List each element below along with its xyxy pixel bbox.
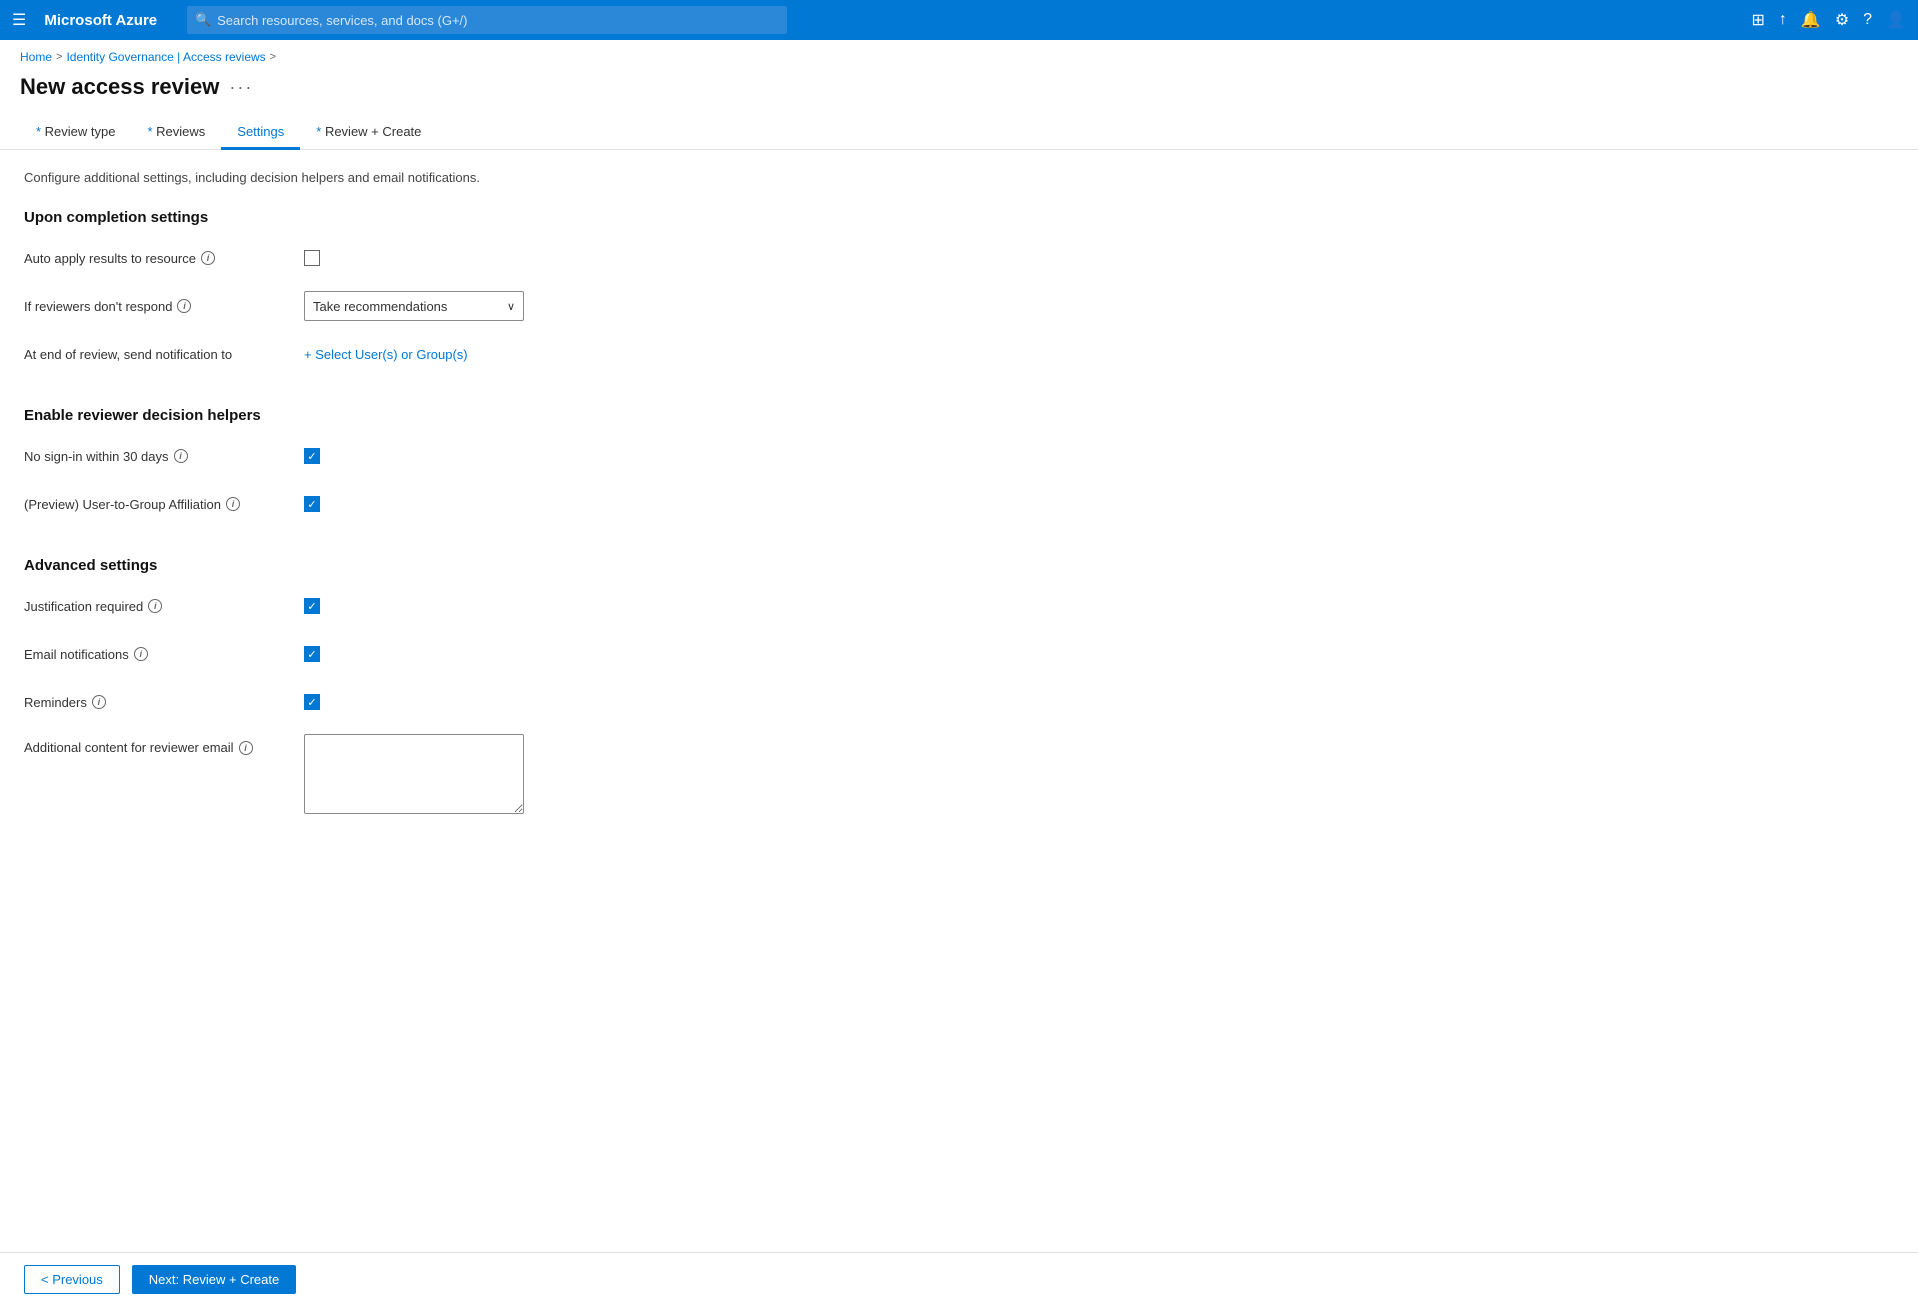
search-bar: 🔍 [187,6,787,34]
auto-apply-label: Auto apply results to resource i [24,251,304,266]
end-of-review-row: At end of review, send notification to +… [24,338,876,370]
brand-name: Microsoft Azure [44,12,157,29]
no-signin-label: No sign-in within 30 days i [24,449,304,464]
search-icon: 🔍 [195,12,211,28]
select-users-groups-link[interactable]: + Select User(s) or Group(s) [304,347,468,362]
reviewers-respond-info-icon[interactable]: i [177,299,191,313]
justification-row: Justification required i ✓ [24,590,876,622]
advanced-settings-heading: Advanced settings [24,557,876,574]
decision-helpers-heading: Enable reviewer decision helpers [24,407,876,424]
reviewers-respond-control: Take recommendations ∨ [304,291,876,321]
upon-completion-heading: Upon completion settings [24,209,876,226]
main-content: Configure additional settings, including… [0,150,900,850]
chevron-down-icon: ∨ [507,300,515,313]
email-notifications-checkbox[interactable]: ✓ [304,646,320,662]
justification-checkbox[interactable]: ✓ [304,598,320,614]
auto-apply-row: Auto apply results to resource i [24,242,876,274]
reviewers-respond-label: If reviewers don't respond i [24,299,304,314]
topnav-icons: ⊞ ↑ 🔔 ⚙ ? 👤 [1752,10,1907,30]
justification-control: ✓ [304,598,876,614]
reminders-control: ✓ [304,694,876,710]
auto-apply-info-icon[interactable]: i [201,251,215,265]
no-signin-control: ✓ [304,448,876,464]
additional-content-control [304,734,876,814]
tab-review-create[interactable]: * Review + Create [300,116,437,150]
email-notifications-info-icon[interactable]: i [134,647,148,661]
top-navigation: ☰ Microsoft Azure 🔍 ⊞ ↑ 🔔 ⚙ ? 👤 [0,0,1918,40]
additional-content-info-icon[interactable]: i [239,741,253,755]
page-title-more-icon[interactable]: ··· [229,77,253,98]
user-group-affiliation-row: (Preview) User-to-Group Affiliation i ✓ [24,488,876,520]
user-group-affiliation-checkbox[interactable]: ✓ [304,496,320,512]
settings-icon[interactable]: ⚙ [1835,10,1849,30]
previous-button[interactable]: < Previous [24,1265,120,1294]
next-review-create-button[interactable]: Next: Review + Create [132,1265,296,1294]
additional-content-textarea[interactable] [304,734,524,814]
tabs-bar: * Review type * Reviews Settings * Revie… [0,116,1918,150]
reminders-checkbox[interactable]: ✓ [304,694,320,710]
account-icon[interactable]: 👤 [1886,10,1906,30]
portal-icon[interactable]: ⊞ [1752,10,1765,30]
no-signin-row: No sign-in within 30 days i ✓ [24,440,876,472]
end-of-review-label: At end of review, send notification to [24,347,304,362]
notifications-icon[interactable]: 🔔 [1801,10,1821,30]
auto-apply-control [304,250,876,266]
tab-settings[interactable]: Settings [221,116,300,150]
user-group-affiliation-label: (Preview) User-to-Group Affiliation i [24,497,304,512]
help-icon[interactable]: ? [1863,11,1872,29]
email-notifications-row: Email notifications i ✓ [24,638,876,670]
email-notifications-control: ✓ [304,646,876,662]
page-footer: < Previous Next: Review + Create [0,1252,1918,1306]
email-notifications-label: Email notifications i [24,647,304,662]
page-title-row: New access review ··· [0,70,1918,116]
settings-description: Configure additional settings, including… [24,170,876,185]
user-group-info-icon[interactable]: i [226,497,240,511]
no-signin-info-icon[interactable]: i [174,449,188,463]
additional-content-row: Additional content for reviewer email i [24,734,876,814]
reviewers-respond-dropdown[interactable]: Take recommendations ∨ [304,291,524,321]
tab-review-type[interactable]: * Review type [20,116,131,150]
justification-label: Justification required i [24,599,304,614]
no-signin-checkbox[interactable]: ✓ [304,448,320,464]
breadcrumb-sep-2: > [270,51,276,63]
reminders-row: Reminders i ✓ [24,686,876,718]
reminders-info-icon[interactable]: i [92,695,106,709]
end-of-review-control: + Select User(s) or Group(s) [304,347,876,362]
user-group-affiliation-control: ✓ [304,496,876,512]
justification-info-icon[interactable]: i [148,599,162,613]
tab-reviews[interactable]: * Reviews [131,116,221,150]
breadcrumb-sep-1: > [56,51,62,63]
breadcrumb-identity-governance[interactable]: Identity Governance | Access reviews [66,50,265,64]
search-input[interactable] [187,6,787,34]
reminders-label: Reminders i [24,695,304,710]
reviewers-respond-row: If reviewers don't respond i Take recomm… [24,290,876,322]
hamburger-menu-icon[interactable]: ☰ [12,10,26,30]
breadcrumb: Home > Identity Governance | Access revi… [0,40,1918,70]
page-title: New access review [20,74,219,100]
additional-content-label: Additional content for reviewer email i [24,734,304,755]
page-wrapper: Home > Identity Governance | Access revi… [0,40,1918,1306]
auto-apply-checkbox[interactable] [304,250,320,266]
feedback-icon[interactable]: ↑ [1779,11,1787,29]
breadcrumb-home[interactable]: Home [20,50,52,64]
